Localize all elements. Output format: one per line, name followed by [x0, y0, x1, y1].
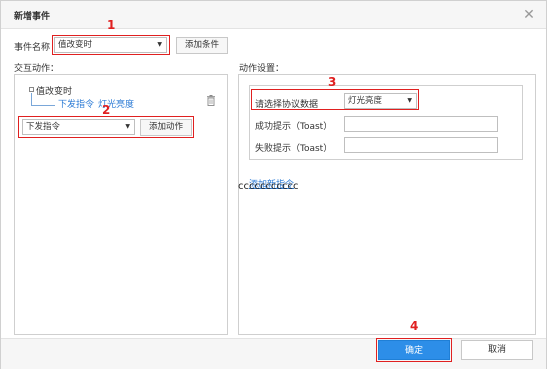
- tree-child-action[interactable]: 下发指令: [58, 97, 94, 110]
- event-name-label: 事件名称: [14, 43, 51, 53]
- marker-4: 4: [410, 319, 419, 333]
- marker-2: 2: [102, 103, 111, 117]
- new-event-dialog: 新增事件 ✕ 事件名称 值改变时 ▼ 1 添加条件 交互动作： 值改变时 下发指…: [0, 0, 547, 369]
- tree-node-toggle[interactable]: [29, 87, 34, 92]
- trash-icon[interactable]: [206, 95, 216, 106]
- highlight-box-4: [376, 338, 452, 362]
- tree-connector-horizontal: [31, 105, 55, 106]
- marker-1: 1: [107, 18, 116, 32]
- highlight-box-1: [52, 35, 170, 55]
- interaction-panel: [14, 74, 228, 335]
- highlight-box-2: [18, 116, 194, 138]
- fail-toast-input[interactable]: [344, 137, 498, 153]
- overlay-text: ccccccccccc: [238, 181, 299, 192]
- dialog-title: 新增事件: [14, 12, 51, 22]
- cancel-button[interactable]: 取消: [461, 340, 533, 360]
- success-toast-input[interactable]: [344, 116, 498, 132]
- tree-root-label[interactable]: 值改变时: [36, 84, 72, 97]
- success-toast-label: 成功提示（Toast）: [255, 122, 333, 132]
- dialog-titlebar: 新增事件 ✕: [1, 1, 546, 29]
- highlight-box-3: [251, 89, 419, 110]
- interaction-section-label: 交互动作：: [14, 64, 60, 74]
- marker-3: 3: [328, 75, 337, 89]
- settings-section-label: 动作设置：: [239, 64, 285, 74]
- fail-toast-label: 失败提示（Toast）: [255, 144, 333, 154]
- close-icon[interactable]: ✕: [521, 7, 537, 23]
- add-condition-button[interactable]: 添加条件: [176, 37, 228, 54]
